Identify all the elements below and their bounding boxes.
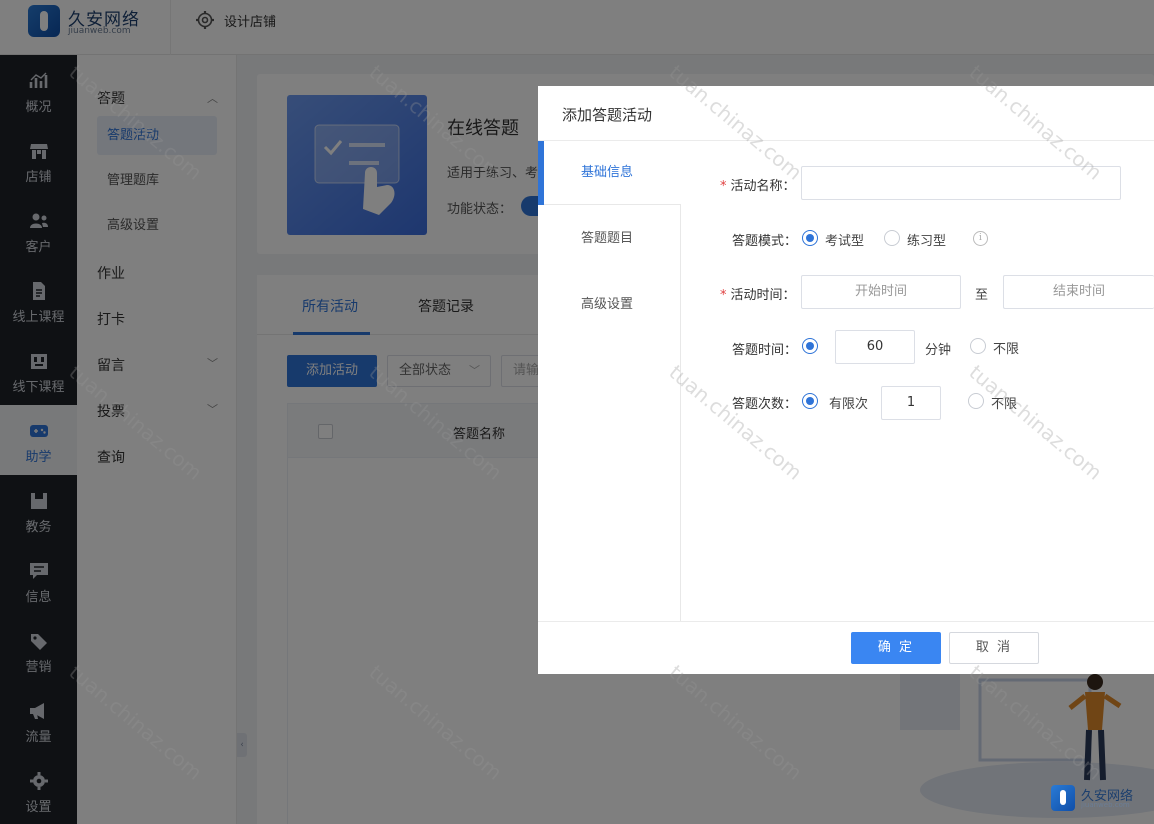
activity-name-label: * 活动名称： — [720, 175, 796, 194]
activity-name-input[interactable] — [801, 166, 1121, 200]
attempts-limited-radio[interactable] — [802, 393, 818, 409]
duration-unit: 分钟 — [925, 343, 952, 358]
divider — [538, 621, 1154, 622]
dialog-tab-advanced[interactable]: 高级设置 — [538, 273, 681, 337]
logo-icon — [1051, 785, 1075, 811]
required-mark: * — [720, 179, 727, 194]
dialog-tab-questions[interactable]: 答题题目 — [538, 207, 681, 271]
corner-brand-domain: jiuanweb.com — [1081, 801, 1130, 809]
duration-unlimited-label[interactable]: 不限 — [993, 338, 1019, 357]
duration-minutes-input[interactable]: 60 — [835, 330, 915, 364]
activity-time-label: * 活动时间： — [720, 284, 796, 303]
mode-exam-label[interactable]: 考试型 — [825, 230, 864, 249]
end-time-input[interactable]: 结束时间 — [1003, 275, 1154, 309]
attempts-unlimited-label[interactable]: 不限 — [991, 393, 1017, 412]
attempts-count-input[interactable]: 1 — [881, 386, 941, 420]
activity-time-label-text: 活动时间： — [730, 288, 796, 303]
attempts-limited-label[interactable]: 有限次 — [829, 393, 868, 412]
start-time-input[interactable]: 开始时间 — [801, 275, 961, 309]
attempts-label: 答题次数： — [732, 397, 798, 412]
dialog-tab-list: 基础信息 答题题目 高级设置 — [538, 141, 681, 621]
quiz-mode-label: 答题模式： — [732, 234, 798, 249]
confirm-button[interactable]: 确 定 — [851, 632, 941, 664]
activity-name-label-text: 活动名称： — [730, 179, 796, 194]
mode-practice-radio[interactable] — [884, 230, 900, 246]
dialog-title: 添加答题活动 — [562, 106, 653, 124]
add-quiz-activity-dialog: 添加答题活动 基础信息 答题题目 高级设置 * 活动名称： 答题模式： 考试型 练… — [538, 86, 1154, 674]
duration-unlimited-radio[interactable] — [970, 338, 986, 354]
duration-limited-radio[interactable] — [802, 338, 818, 354]
attempts-unlimited-radio[interactable] — [968, 393, 984, 409]
start-time-placeholder: 开始时间 — [854, 284, 907, 299]
mode-exam-radio[interactable] — [802, 230, 818, 246]
dialog-tab-basic-info[interactable]: 基础信息 — [538, 141, 681, 205]
info-icon[interactable]: i — [973, 231, 988, 246]
required-mark: * — [720, 288, 727, 303]
duration-label: 答题时间： — [732, 343, 798, 358]
mode-practice-label[interactable]: 练习型 — [907, 230, 946, 249]
end-time-placeholder: 结束时间 — [1052, 284, 1105, 299]
cancel-button[interactable]: 取 消 — [949, 632, 1039, 664]
corner-brand-logo: 久安网络 jiuanweb.com — [1051, 785, 1151, 815]
to-separator: 至 — [975, 288, 989, 303]
